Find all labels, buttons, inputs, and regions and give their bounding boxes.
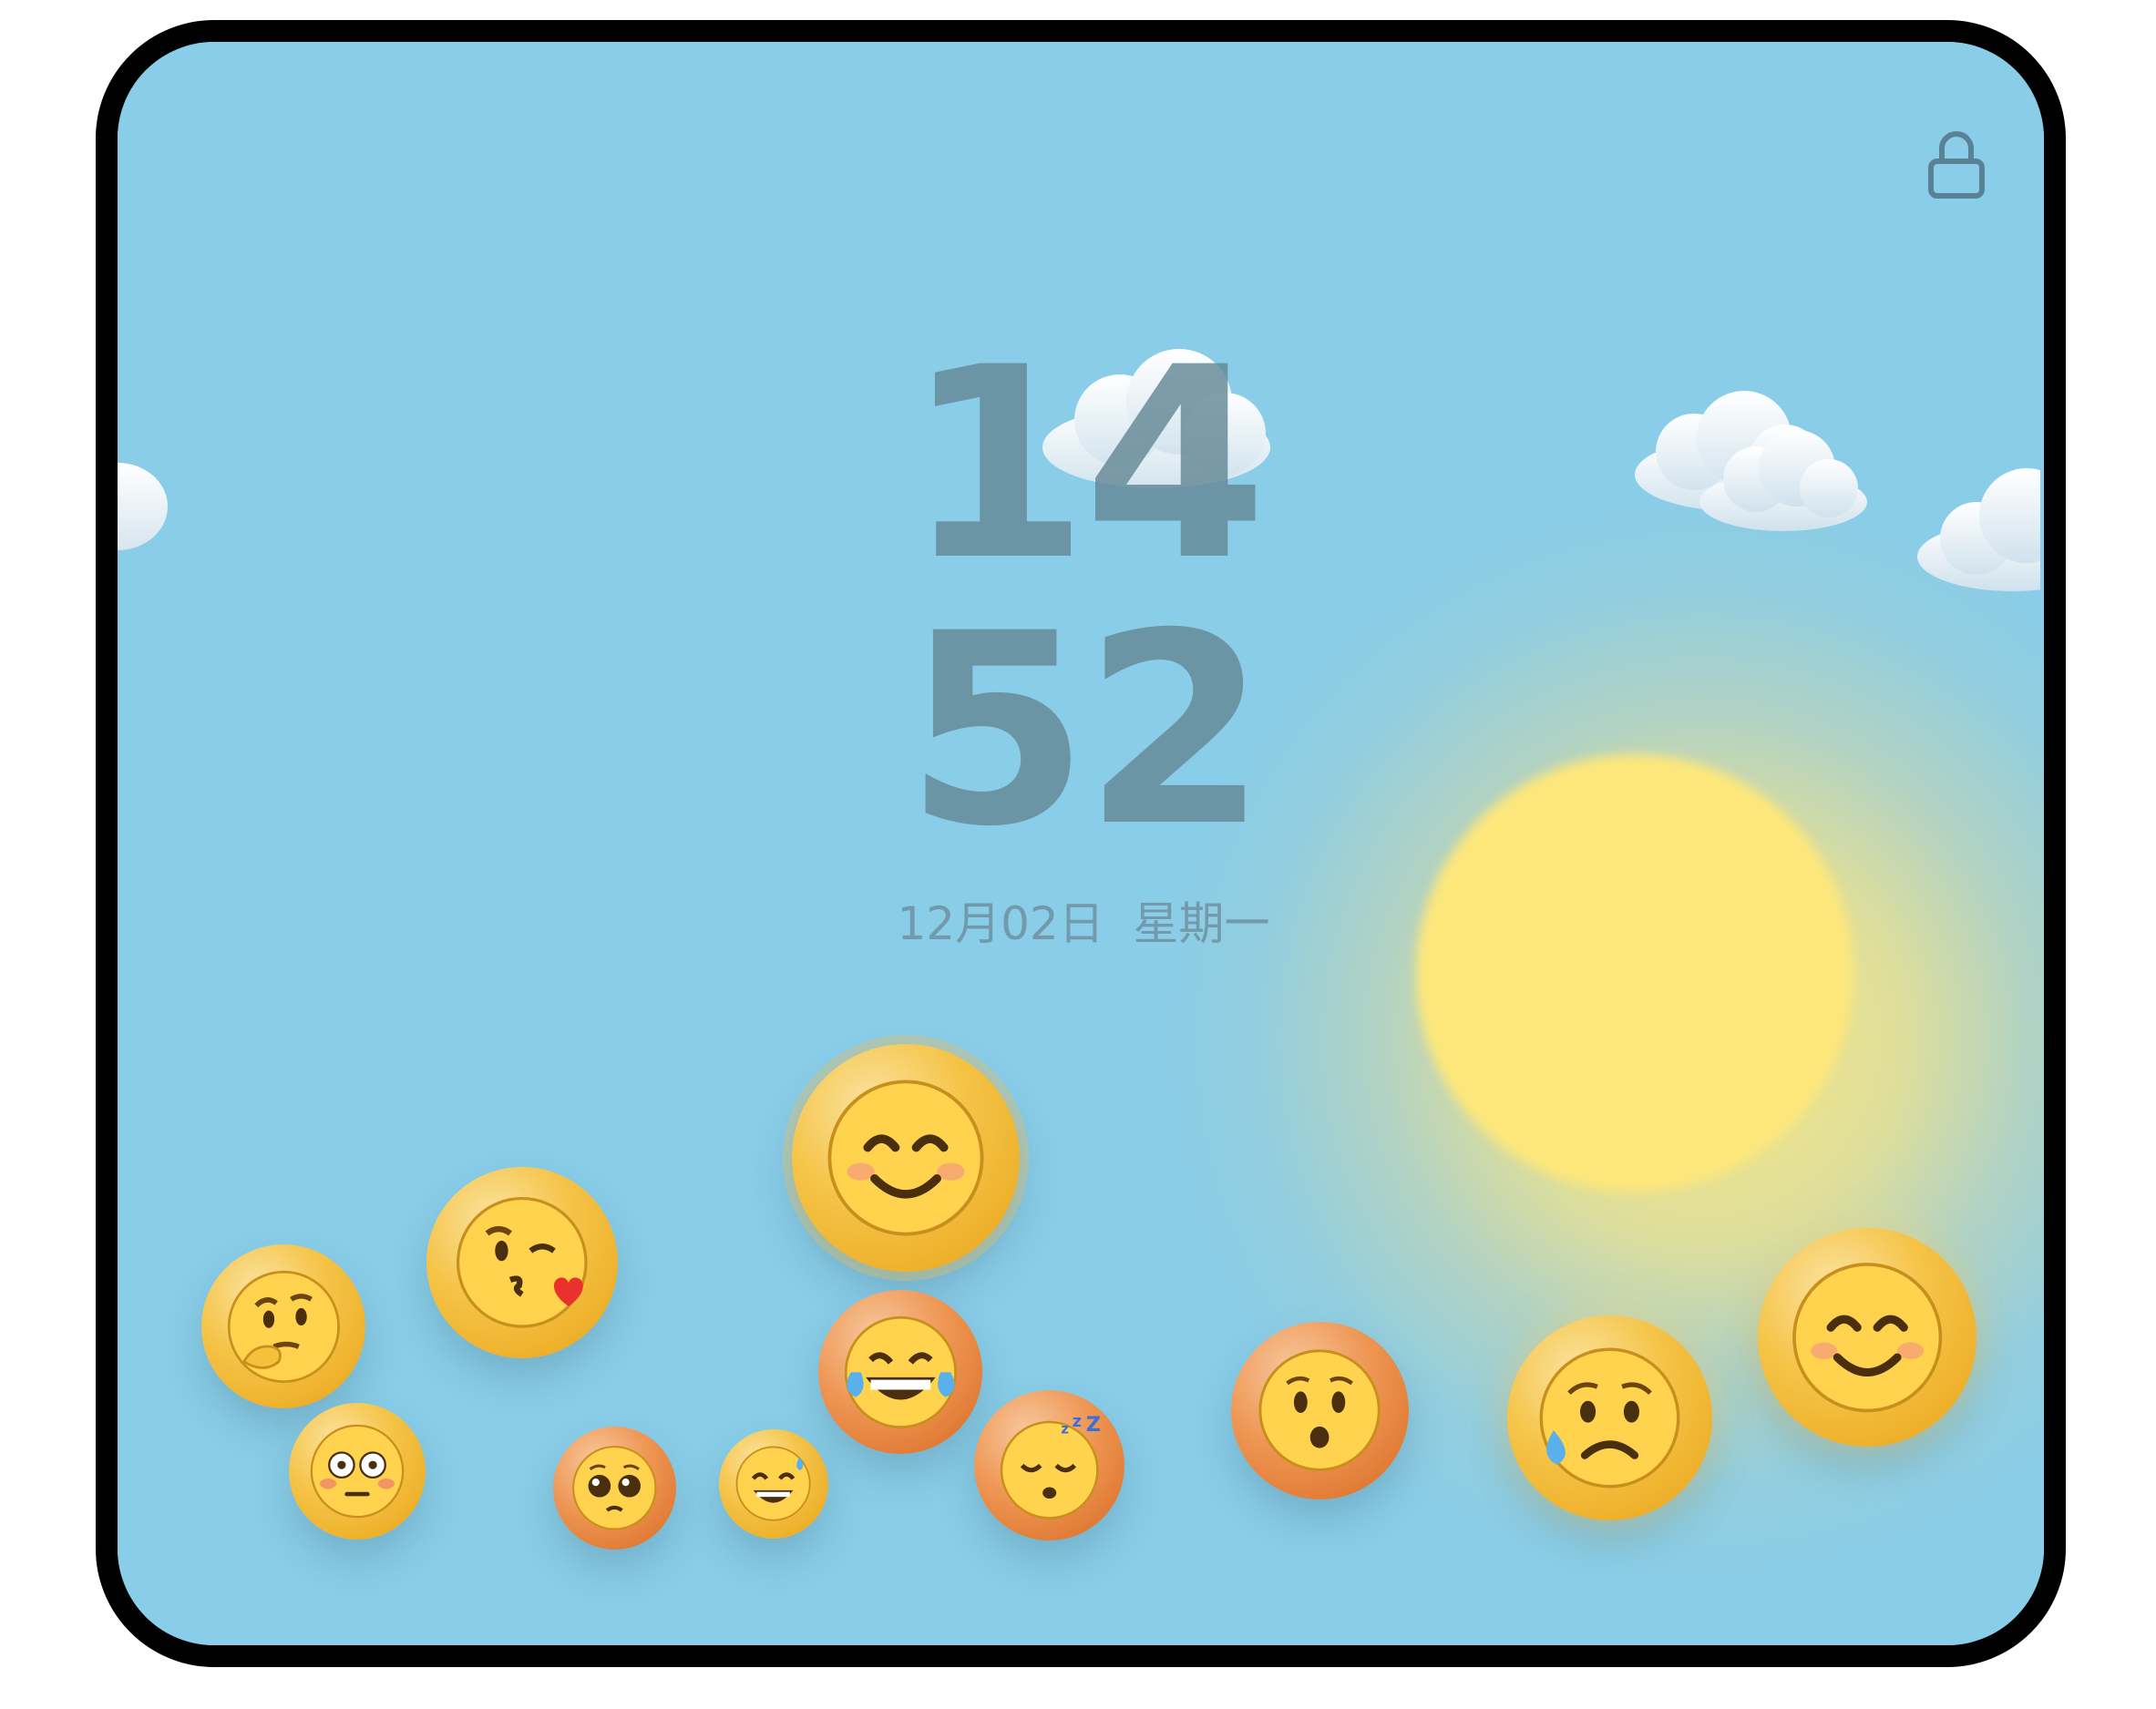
sad-sweat-face-icon xyxy=(1539,1347,1680,1489)
thinking-face-icon xyxy=(227,1270,340,1383)
sun xyxy=(1416,754,1853,1192)
smiling-face-bubble-right[interactable] xyxy=(1758,1228,1976,1447)
svg-text:z: z xyxy=(1061,1420,1069,1437)
pleading-face-icon xyxy=(572,1446,657,1530)
smiling-face-bubble-large[interactable] xyxy=(792,1044,1020,1272)
date-label: 12月02日 星期一 xyxy=(897,897,1270,950)
hushed-face-icon xyxy=(1258,1349,1381,1472)
sad-sweat-face-bubble[interactable] xyxy=(1507,1315,1712,1520)
lock-screen: 14 52 12月02日 星期一 z z Z xyxy=(118,42,2044,1645)
clock-minutes: 52 xyxy=(905,578,1268,885)
svg-text:Z: Z xyxy=(1086,1413,1101,1437)
sleeping-face-bubble[interactable]: z z Z xyxy=(974,1390,1124,1540)
cloud-right-2 xyxy=(1699,430,1867,531)
sleeping-face-icon: z z Z xyxy=(1000,1413,1101,1520)
thinking-face-bubble[interactable] xyxy=(201,1244,365,1408)
tablet-frame: 14 52 12月02日 星期一 z z Z xyxy=(96,20,2066,1667)
pleading-face-bubble[interactable] xyxy=(553,1427,676,1550)
flushed-face-icon xyxy=(310,1424,405,1519)
svg-text:z: z xyxy=(1073,1413,1082,1431)
sweat-smile-face-bubble[interactable] xyxy=(719,1429,828,1539)
smiling-face-icon xyxy=(1792,1262,1943,1413)
sweat-smile-face-icon xyxy=(735,1446,812,1522)
hushed-face-bubble[interactable] xyxy=(1231,1322,1409,1499)
cloud-left-edge xyxy=(118,463,168,550)
lock-icon[interactable] xyxy=(1927,128,1986,201)
smiling-face-icon xyxy=(827,1080,984,1236)
kissing-heart-face-bubble[interactable] xyxy=(426,1167,618,1358)
joy-face-bubble[interactable] xyxy=(818,1290,982,1454)
cloud-right-edge xyxy=(1917,468,2040,591)
joy-face-icon xyxy=(844,1315,957,1428)
flushed-face-bubble[interactable] xyxy=(289,1403,426,1540)
kissing-heart-face-icon xyxy=(457,1197,588,1328)
clock-hours: 14 xyxy=(905,312,1268,619)
